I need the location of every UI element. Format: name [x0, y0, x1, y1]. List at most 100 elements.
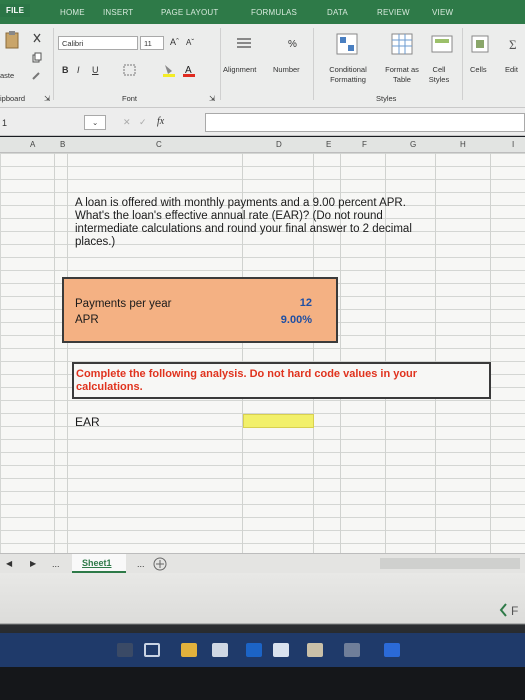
app-icon[interactable]	[384, 643, 400, 657]
ribbon: aste ipboard ⇲ Calibri 11 Aˆ Aˇ B I U A …	[0, 24, 525, 108]
ribbon-tab-bar: FILE HOME INSERT PAGE LAYOUT FORMULAS DA…	[0, 0, 525, 24]
formula-input[interactable]	[205, 113, 525, 132]
name-box-dropdown[interactable]: ⌄	[84, 115, 106, 130]
tab-file[interactable]: FILE	[0, 4, 31, 17]
enter-icon[interactable]: ✓	[139, 117, 147, 128]
chevron-down-icon: ⌄	[92, 118, 99, 127]
cell-styles-label[interactable]: Cell Styles	[425, 65, 453, 85]
conditional-formatting-icon[interactable]	[335, 32, 359, 56]
problem-text: A loan is offered with monthly payments …	[75, 197, 412, 248]
cut-icon[interactable]	[31, 32, 43, 44]
input-value[interactable]: 9.00%	[281, 314, 312, 326]
font-launcher-icon[interactable]: ⇲	[209, 94, 215, 103]
column-header[interactable]: H	[460, 140, 466, 149]
italic-button[interactable]: I	[77, 65, 80, 75]
group-divider	[462, 28, 463, 100]
tab-home[interactable]: HOME	[60, 8, 85, 17]
gridline	[54, 153, 55, 553]
format-as-table-label[interactable]: Format as Table	[384, 65, 420, 85]
paste-icon[interactable]	[4, 30, 22, 50]
font-color-icon[interactable]: A	[182, 63, 196, 77]
monitor-bezel	[0, 667, 525, 700]
column-header[interactable]: B	[60, 140, 65, 149]
format-as-table-icon[interactable]	[390, 32, 414, 56]
clipboard-launcher-icon[interactable]: ⇲	[44, 94, 50, 103]
font-name-box[interactable]: Calibri	[58, 36, 138, 50]
next-sheet-icon[interactable]: ▶	[30, 559, 36, 568]
formula-bar: 1 ⌄ ✕ ✓ fx	[0, 108, 525, 136]
sheet-tab-sheet1[interactable]: Sheet1	[72, 554, 126, 573]
font-group-label: Font	[122, 94, 138, 103]
borders-icon[interactable]	[123, 64, 137, 76]
instruction-box: Complete the following analysis. Do not …	[72, 362, 491, 399]
conditional-formatting-label[interactable]: Conditional Formatting	[318, 65, 378, 85]
format-painter-icon[interactable]	[31, 70, 43, 82]
svg-text:Σ: Σ	[509, 37, 517, 52]
percent-icon[interactable]: %	[288, 39, 297, 50]
tab-insert[interactable]: INSERT	[103, 8, 133, 17]
instruction-text: Complete the following analysis. Do not …	[76, 368, 418, 393]
svg-text:F: F	[511, 604, 518, 618]
cells-label[interactable]: Cells	[470, 65, 487, 74]
editing-icon[interactable]: Σ	[507, 36, 523, 52]
font-size-box[interactable]: 11	[140, 36, 164, 50]
editing-label[interactable]: Edit	[505, 65, 518, 74]
store-icon[interactable]	[212, 643, 228, 657]
windows-taskbar	[0, 633, 525, 667]
file-explorer-icon[interactable]	[181, 643, 197, 657]
ear-answer-cell[interactable]	[243, 414, 314, 428]
name-box[interactable]: 1	[2, 118, 7, 128]
tab-data[interactable]: DATA	[327, 8, 348, 17]
tab-review[interactable]: REVIEW	[377, 8, 410, 17]
copy-icon[interactable]	[31, 52, 43, 64]
font-size-value: 11	[144, 39, 152, 48]
column-header[interactable]: F	[362, 140, 367, 149]
font-name-value: Calibri	[62, 39, 84, 48]
alignment-icon[interactable]	[236, 36, 252, 50]
cells-icon[interactable]	[470, 34, 490, 54]
underline-button[interactable]: U	[92, 65, 99, 75]
cancel-icon[interactable]: ✕	[123, 117, 131, 128]
fill-color-icon[interactable]	[162, 63, 176, 77]
grow-font-icon[interactable]: Aˆ	[170, 37, 179, 47]
tab-view[interactable]: VIEW	[432, 8, 453, 17]
inputs-box: Payments per year 12 APR 9.00%	[62, 277, 338, 343]
ear-label: EAR	[75, 415, 100, 429]
insert-function-icon[interactable]: fx	[157, 116, 164, 127]
column-header[interactable]: C	[156, 140, 162, 149]
column-header[interactable]: A	[30, 140, 35, 149]
column-header[interactable]: E	[326, 140, 331, 149]
tab-formulas[interactable]: FORMULAS	[251, 8, 297, 17]
column-header[interactable]: G	[410, 140, 416, 149]
horizontal-scrollbar[interactable]	[380, 558, 520, 569]
tab-page-layout[interactable]: PAGE LAYOUT	[161, 8, 218, 17]
outlook-icon[interactable]	[246, 643, 262, 657]
sheet-ellipsis-left[interactable]: ...	[52, 559, 60, 569]
clipboard-group-label: ipboard	[0, 94, 26, 103]
sheet-tab-label: Sheet1	[82, 558, 112, 568]
column-header-row: A B C D E F G H I	[0, 137, 525, 153]
calculator-icon[interactable]	[344, 643, 360, 657]
number-label[interactable]: Number	[273, 65, 300, 74]
task-view-icon[interactable]	[144, 643, 160, 657]
shrink-font-icon[interactable]: Aˇ	[186, 38, 194, 47]
alignment-label[interactable]: Alignment	[223, 65, 256, 74]
search-icon[interactable]	[117, 643, 133, 657]
word-icon[interactable]	[273, 643, 289, 657]
tools-icon[interactable]	[307, 643, 323, 657]
input-label: APR	[75, 314, 99, 326]
column-header[interactable]: D	[276, 140, 282, 149]
input-label: Payments per year	[75, 298, 172, 310]
input-value[interactable]: 12	[300, 297, 312, 309]
add-sheet-icon[interactable]	[153, 557, 167, 571]
gridline	[67, 153, 68, 553]
sheet-tab-bar: ◀ ▶ ... Sheet1 ...	[0, 553, 525, 573]
paste-label[interactable]: aste	[0, 71, 14, 80]
column-header[interactable]: I	[512, 140, 514, 149]
scroll-left-arrow-icon[interactable]: F	[498, 600, 522, 620]
prev-sheet-icon[interactable]: ◀	[6, 559, 12, 568]
sheet-ellipsis-right[interactable]: ...	[137, 559, 145, 569]
bold-button[interactable]: B	[62, 65, 69, 75]
group-divider	[53, 28, 54, 100]
cell-styles-icon[interactable]	[430, 32, 454, 56]
